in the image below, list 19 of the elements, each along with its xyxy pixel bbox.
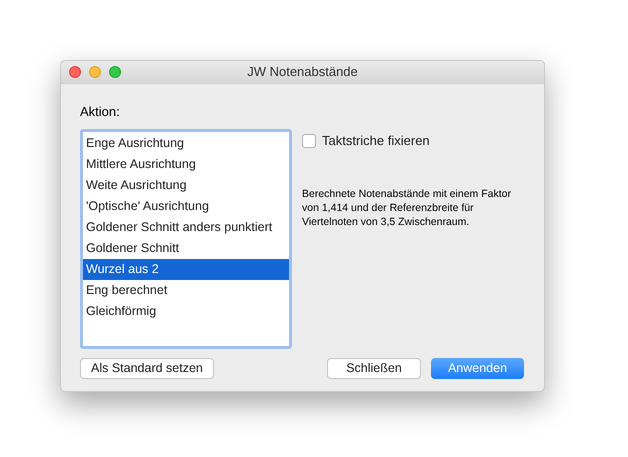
checkbox[interactable] [302,134,316,148]
list-item[interactable]: Wurzel aus 2 [83,259,289,280]
close-button[interactable]: Schließen [327,358,421,379]
checkbox-label: Taktstriche fixieren [322,132,430,150]
list-item[interactable]: Enge Ausrichtung [83,133,289,154]
list-item[interactable]: Gleichförmig [83,301,289,322]
list-item[interactable]: Goldener Schnitt anders punktiert [83,217,289,238]
set-default-button[interactable]: Als Standard setzen [80,358,214,379]
list-item[interactable]: Weite Ausrichtung [83,175,289,196]
zoom-icon[interactable] [109,66,121,78]
list-item[interactable]: 'Optische' Ausrichtung [83,196,289,217]
description-text: Berechnete Notenabstände mit einem Faktor von 1,414 und der Referenzbreite für Viertelnoten von 3,5 Zwischenraum. [302,186,512,228]
list-item[interactable]: Eng berechnet [83,280,289,301]
action-label: Aktion: [80,104,121,120]
list-item[interactable]: Mittlere Ausrichtung [83,154,289,175]
minimize-icon[interactable] [89,66,101,78]
close-icon[interactable] [69,66,81,78]
list-item[interactable]: Goldener Schnitt [83,238,289,259]
window-title: JW Notenabstände [247,63,358,82]
